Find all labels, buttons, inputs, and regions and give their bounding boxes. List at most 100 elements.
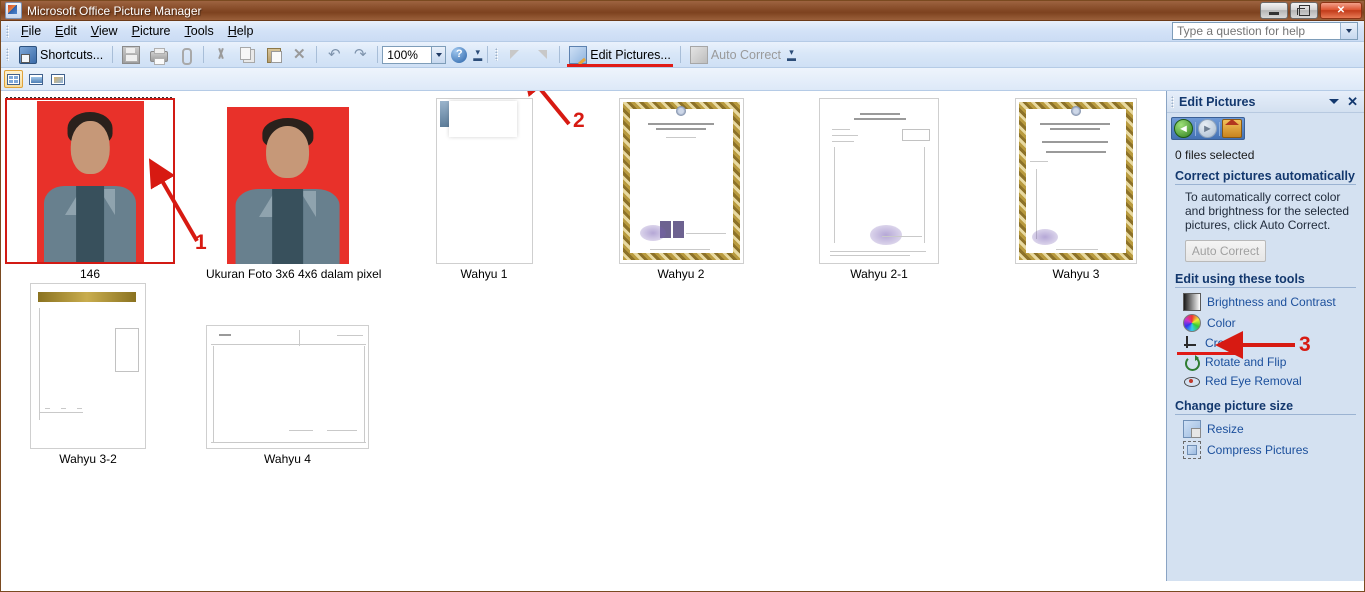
overflow-bar-icon: ▬ [473,52,483,63]
cut-button[interactable] [208,43,234,66]
window-controls: ✕ [1260,2,1362,19]
view-toolbar [1,68,1364,91]
redo-button[interactable]: ↷ [347,43,373,66]
task-pane-options-icon[interactable] [1329,99,1340,104]
tool-resize[interactable]: Resize [1183,420,1356,438]
toolbar-separator-6 [559,46,561,63]
thumbnail-item-6[interactable]: Wahyu 3-2 [23,283,153,466]
zoom-dropdown-button[interactable] [432,45,447,64]
print-button[interactable] [145,43,173,66]
crop-icon [1183,335,1199,351]
tool-compress-pictures[interactable]: Compress Pictures [1183,441,1356,459]
thumbnail-image-4 [819,98,939,264]
thumbnail-view-button[interactable] [4,70,23,88]
paperclip-icon [178,47,194,65]
undo-arrow-icon: ↶ [327,45,341,63]
toolbar-separator-4 [377,46,379,63]
forward-arrow-icon[interactable]: ► [1198,119,1217,138]
menu-bar: File Edit View Picture Tools Help [1,21,1364,42]
tool-crop[interactable]: Crop [1177,335,1356,355]
thumbnail-item-7[interactable]: Wahyu 4 [206,283,369,466]
picture-toolbar-overflow-button[interactable]: ▾ ▬ [786,44,797,66]
title-bar: Microsoft Office Picture Manager ✕ [1,1,1364,21]
toolbar-separator-2 [203,46,205,63]
close-button[interactable]: ✕ [1320,2,1362,19]
thumbnail-item-2[interactable]: Wahyu 1 [419,98,549,281]
menu-picture[interactable]: Picture [125,22,178,40]
edit-tools-heading: Edit using these tools [1175,272,1356,288]
annotation-number-1: 1 [195,231,207,254]
rotate-left-button[interactable] [503,43,529,66]
thumbnail-image-7 [206,325,369,449]
save-icon [122,45,141,64]
edit-pictures-task-pane: Edit Pictures ✕ ◄ ► 0 files selected Cor… [1166,91,1364,581]
menu-help-rest: elp [236,24,254,38]
thumbnail-caption-0: 146 [79,267,101,281]
color-wheel-icon [1183,314,1201,332]
help-search-dropdown[interactable] [1340,23,1357,39]
tool-label-resize: Resize [1207,422,1244,436]
thumbnail-image-6 [30,283,146,449]
back-arrow-icon[interactable]: ◄ [1174,119,1193,138]
copy-button[interactable] [234,43,260,66]
rotate-right-button[interactable] [529,43,555,66]
filmstrip-view-button[interactable] [26,70,45,88]
toolbar-grip[interactable] [6,48,9,61]
task-pane-nav-bar: ◄ ► [1171,117,1245,140]
picture-toolbar-grip[interactable] [495,48,499,61]
paste-button[interactable] [260,43,286,66]
toolbar-overflow-button[interactable]: ▾ ▬ [472,44,483,66]
help-button[interactable]: ? [446,43,472,66]
edit-pictures-icon [569,45,588,64]
annotation-number-2: 2 [573,109,585,132]
help-search-input[interactable] [1173,23,1339,39]
email-button[interactable] [173,43,199,66]
minimize-button[interactable] [1260,2,1288,19]
thumbnail-item-4[interactable]: Wahyu 2-1 [814,98,944,281]
thumbnail-item-5[interactable]: Wahyu 3 [1011,98,1141,281]
menu-help[interactable]: Help [221,22,261,40]
tool-brightness-and-contrast[interactable]: Brightness and Contrast [1183,293,1356,311]
annotation-arrows [148,158,199,243]
save-button[interactable] [117,43,145,66]
help-search-box[interactable] [1172,22,1358,40]
printer-icon [150,47,169,65]
menu-grip[interactable] [6,24,9,38]
thumbnail-item-3[interactable]: Wahyu 2 [616,98,746,281]
chevron-down-icon [1346,29,1352,33]
toolbar-separator-5 [487,46,489,63]
zoom-value[interactable]: 100% [382,45,433,64]
restore-button[interactable] [1290,2,1318,19]
delete-button[interactable]: ✕ [286,43,312,66]
menu-view[interactable]: View [84,22,125,40]
toolbar-separator-3 [316,46,318,63]
overflow-bar-icon-2: ▬ [787,52,796,63]
thumbnail-image-2 [435,98,533,264]
thumbnail-image-1 [226,107,349,264]
thumbnail-item-1[interactable]: Ukuran Foto 3x6 4x6 dalam pixel [206,98,381,281]
nav-separator-1 [1195,121,1196,136]
task-pane-grip[interactable] [1171,95,1174,108]
home-icon[interactable] [1222,119,1242,138]
menu-view-rest: iew [98,24,118,38]
task-pane-header: Edit Pictures ✕ [1167,91,1364,113]
tool-label-brightness: Brightness and Contrast [1207,295,1336,309]
single-picture-view-button[interactable] [48,70,67,88]
task-pane-close-icon[interactable]: ✕ [1347,95,1358,108]
zoom-combobox[interactable]: 100% [382,45,447,64]
shortcuts-button[interactable]: Shortcuts... [14,43,108,66]
menu-file[interactable]: File [14,22,48,40]
undo-button[interactable]: ↶ [321,43,347,66]
edit-pictures-button[interactable]: Edit Pictures... [564,43,676,67]
tool-red-eye-removal[interactable]: Red Eye Removal [1183,373,1356,389]
thumbnail-item-0[interactable]: 146 [5,97,175,281]
compress-icon [1183,441,1201,459]
thumbnail-caption-3: Wahyu 2 [657,267,705,281]
thumbnail-grid[interactable]: 146 Ukuran Foto 3x6 4x6 dalam pixel Wahy… [1,91,1166,581]
standard-toolbar: Shortcuts... ✕ ↶ ↷ 100% ? ▾ ▬ Edit Pictur… [1,42,1364,68]
menu-tools[interactable]: Tools [178,22,221,40]
tool-rotate-and-flip[interactable]: Rotate and Flip [1183,354,1356,371]
menu-edit[interactable]: Edit [48,22,84,40]
tool-color[interactable]: Color [1183,314,1356,332]
toolbar-separator-7 [679,46,681,63]
